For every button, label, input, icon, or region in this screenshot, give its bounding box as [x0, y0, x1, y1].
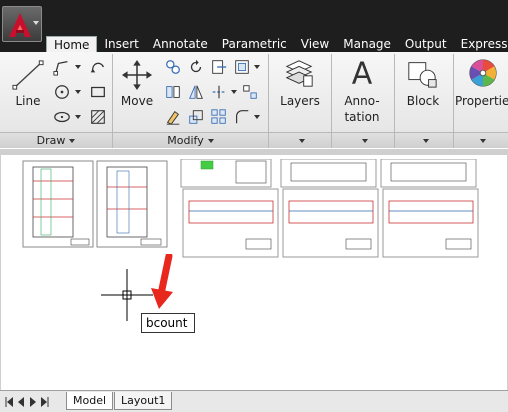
stretch-icon[interactable] [209, 82, 229, 102]
stretch-dropdown-icon[interactable] [231, 90, 237, 94]
ribbon: Line Draw Move Modify Layers A Anno- tat… [0, 52, 508, 148]
tab-insert[interactable]: Insert [97, 36, 145, 52]
properties-button-label[interactable]: Properties [455, 94, 508, 108]
scale-icon[interactable] [186, 107, 206, 127]
svg-text:A: A [352, 56, 373, 90]
command-input[interactable]: bcount [141, 313, 195, 333]
offset-icon[interactable] [232, 107, 252, 127]
chevron-down-icon [207, 139, 214, 143]
rectangle-icon[interactable] [88, 82, 108, 102]
layers-icon[interactable] [282, 56, 316, 90]
trim-icon[interactable] [209, 57, 229, 77]
move-icon[interactable] [120, 58, 154, 92]
layout-tab-bar: Model Layout1 [0, 390, 508, 412]
block-icon[interactable] [404, 56, 440, 90]
mirror-triangle-icon[interactable] [186, 82, 206, 102]
chevron-down-icon [33, 21, 39, 25]
tab-express[interactable]: Express [454, 36, 508, 52]
annotation-label-line2[interactable]: tation [338, 110, 386, 124]
fillet-icon[interactable] [232, 57, 252, 77]
annotation-label-line1[interactable]: Anno- [338, 94, 386, 108]
draw-panel-title[interactable]: Draw [0, 132, 112, 148]
block-panel-title[interactable] [395, 132, 453, 148]
polyline-dropdown-icon[interactable] [75, 65, 81, 69]
move-button-label[interactable]: Move [118, 94, 156, 108]
rotate-icon[interactable] [186, 57, 206, 77]
circle-dropdown-icon[interactable] [75, 90, 81, 94]
ribbon-tabs: Home Insert Annotate Parametric View Man… [46, 36, 508, 52]
tab-manage[interactable]: Manage [336, 36, 398, 52]
explode-icon[interactable] [240, 82, 260, 102]
modify-panel-title[interactable]: Modify [113, 132, 268, 148]
red-arrow-pointer-icon [151, 254, 173, 309]
line-button-label[interactable]: Line [12, 94, 44, 108]
annotation-icon[interactable]: A [346, 56, 378, 90]
chevron-down-icon [299, 139, 305, 143]
copy-icon[interactable] [163, 57, 183, 77]
hatch-icon[interactable] [88, 107, 108, 127]
chevron-down-icon [480, 139, 486, 143]
polyline-icon[interactable] [52, 57, 72, 77]
circle-icon[interactable] [52, 82, 72, 102]
tab-annotate[interactable]: Annotate [146, 36, 215, 52]
application-menu-button[interactable] [2, 6, 42, 42]
chevron-down-icon [362, 139, 368, 143]
ellipse-dropdown-icon[interactable] [75, 115, 81, 119]
next-layout-icon[interactable] [28, 396, 38, 408]
spline-icon[interactable] [88, 57, 108, 77]
first-layout-icon[interactable] [4, 396, 14, 408]
tab-home[interactable]: Home [46, 36, 98, 52]
erase-icon[interactable] [163, 107, 183, 127]
block-button-label[interactable]: Block [398, 94, 448, 108]
properties-panel-title[interactable] [454, 132, 508, 148]
drawing-canvas[interactable] [0, 149, 508, 390]
chevron-down-icon [69, 139, 76, 143]
line-icon[interactable] [10, 58, 46, 92]
ribbon-bottom-edge [1, 149, 507, 155]
tab-view[interactable]: View [294, 36, 336, 52]
layout-tab-model[interactable]: Model [66, 392, 114, 410]
layout-tab-layout1[interactable]: Layout1 [114, 392, 173, 410]
last-layout-icon[interactable] [40, 396, 50, 408]
autocad-logo-icon [9, 13, 31, 37]
previous-layout-icon[interactable] [16, 396, 26, 408]
modify-dropdown-icon[interactable] [254, 65, 260, 69]
layers-button-label[interactable]: Layers [276, 94, 324, 108]
offset-dropdown-icon[interactable] [254, 115, 260, 119]
ellipse-icon[interactable] [52, 107, 72, 127]
tab-output[interactable]: Output [398, 36, 454, 52]
mirror-icon[interactable] [163, 82, 183, 102]
properties-icon[interactable] [466, 56, 500, 90]
annotation-panel-title[interactable] [332, 132, 394, 148]
autocad-window: Home Insert Annotate Parametric View Man… [0, 0, 508, 412]
array-icon[interactable] [209, 107, 229, 127]
tab-parametric[interactable]: Parametric [215, 36, 294, 52]
ribbon-tab-bar: Home Insert Annotate Parametric View Man… [0, 0, 508, 52]
chevron-down-icon [423, 139, 429, 143]
layers-panel-title[interactable] [269, 132, 331, 148]
drawing-sheets [22, 159, 479, 258]
